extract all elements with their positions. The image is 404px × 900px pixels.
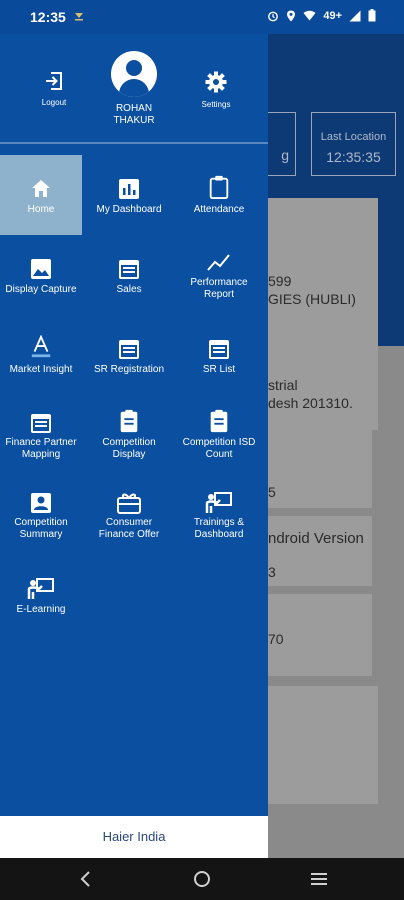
network-type: 49+ [323, 9, 342, 22]
signal-icon [349, 10, 361, 21]
last-location-value: 12:35:35 [326, 149, 381, 165]
drawer-divider [0, 142, 268, 144]
calendar-icon [119, 260, 139, 279]
presenter-icon [205, 492, 232, 513]
recents-icon[interactable] [307, 868, 331, 890]
wifi-icon [303, 10, 316, 21]
background-text: 3 [268, 564, 276, 580]
navigation-drawer: Logout ROHAN THAKUR Settings Home My Das… [0, 34, 268, 858]
background-text: strial [268, 377, 298, 393]
brand-footer: Haier India [0, 816, 268, 858]
download-icon [75, 13, 83, 21]
trend-icon [207, 254, 230, 271]
home-icon [32, 180, 50, 197]
background-text: 599 [268, 273, 292, 289]
menu-item-sr-registration[interactable]: SR Registration [88, 315, 170, 395]
menu-item-trainings-dashboard[interactable]: Trainings & Dashboard [178, 475, 260, 555]
battery-icon [368, 9, 376, 22]
dashboard-icon [119, 179, 139, 199]
menu-item-sales[interactable]: Sales [88, 235, 170, 315]
settings-button[interactable]: Settings [194, 70, 238, 109]
gear-icon [205, 71, 227, 93]
background-text: desh 201310. [268, 395, 353, 411]
menu-item-e-learning[interactable]: E-Learning [0, 555, 82, 635]
logout-label: Logout [41, 98, 67, 107]
calendar-icon [209, 340, 229, 359]
back-icon[interactable] [74, 868, 98, 890]
avatar [111, 51, 157, 97]
menu-item-competition-isd-count[interactable]: Competition ISD Count [178, 395, 260, 475]
clipboard-icon [120, 409, 138, 433]
last-location-box: Last Location 12:35:35 [311, 112, 396, 176]
settings-label: Settings [201, 100, 231, 109]
home-nav-icon[interactable] [190, 868, 214, 890]
menu-item-sr-list[interactable]: SR List [178, 315, 260, 395]
image-icon [31, 259, 51, 279]
menu-item-home[interactable]: Home [0, 155, 82, 235]
gift-icon [117, 493, 141, 514]
menu-item-attendance[interactable]: Attendance [178, 155, 260, 235]
clipboard-icon [209, 175, 229, 199]
menu-item-consumer-finance-offer[interactable]: Consumer Finance Offer [88, 475, 170, 555]
last-location-label: Last Location [320, 131, 387, 143]
status-icons: 49+ [267, 9, 376, 22]
logout-button[interactable]: Logout [34, 70, 74, 107]
status-time: 12:35 [30, 9, 66, 25]
alarm-icon [268, 11, 279, 21]
background-text: 5 [268, 484, 276, 500]
clipboard-icon [210, 409, 228, 433]
logout-icon [46, 72, 62, 90]
background-text: 70 [268, 631, 284, 647]
calendar-icon [119, 340, 139, 359]
calendar-icon [31, 414, 51, 433]
location-icon [287, 10, 296, 21]
menu-item-market-insight[interactable]: Market Insight [0, 315, 82, 395]
menu-item-competition-display[interactable]: Competition Display [88, 395, 170, 475]
contact-icon [31, 493, 51, 513]
text-format-icon [31, 335, 51, 358]
menu-item-competition-summary[interactable]: Competition Summary [0, 475, 82, 555]
menu-item-my-dashboard[interactable]: My Dashboard [88, 155, 170, 235]
menu-item-display-capture[interactable]: Display Capture [0, 235, 82, 315]
status-bar: 12:35 49+ [0, 0, 404, 34]
user-name: ROHAN THAKUR [113, 103, 155, 126]
background-text: GIES (HUBLI) [268, 291, 356, 307]
menu-item-finance-partner-mapping[interactable]: Finance Partner Mapping [0, 395, 82, 475]
system-nav-bar [0, 858, 404, 900]
presenter-icon [27, 578, 54, 599]
menu-item-performance-report[interactable]: Performance Report [178, 235, 260, 315]
drawer-header: Logout ROHAN THAKUR Settings [0, 34, 268, 142]
user-profile[interactable]: ROHAN THAKUR [96, 51, 172, 127]
background-text: ndroid Version [268, 530, 364, 547]
